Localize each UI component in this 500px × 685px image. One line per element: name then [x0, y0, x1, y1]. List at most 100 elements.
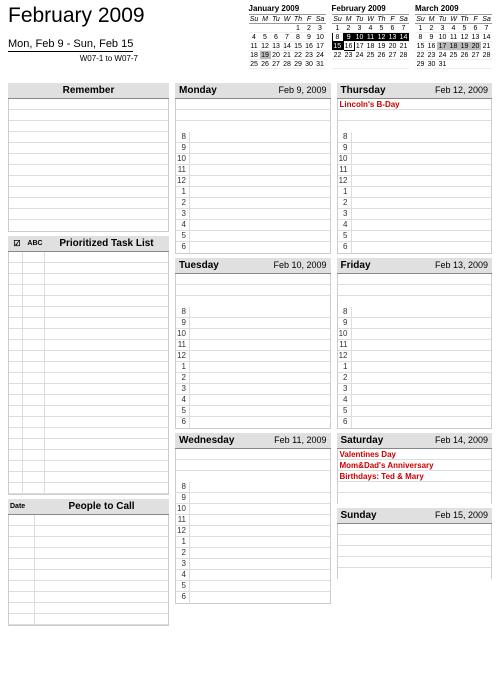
- ppl-row[interactable]: [9, 603, 168, 614]
- hour-row[interactable]: 6: [176, 592, 330, 603]
- hour-row[interactable]: 11: [338, 340, 492, 351]
- event-row[interactable]: [338, 274, 492, 285]
- hour-row[interactable]: 8: [176, 482, 330, 493]
- hour-row[interactable]: 5: [176, 581, 330, 592]
- hour-row[interactable]: 9: [176, 143, 330, 154]
- ptl-row[interactable]: [9, 296, 168, 307]
- event-row[interactable]: [338, 568, 492, 579]
- ptl-row[interactable]: [9, 274, 168, 285]
- hour-row[interactable]: 4: [176, 220, 330, 231]
- ppl-row[interactable]: [9, 570, 168, 581]
- hour-row[interactable]: 12: [176, 526, 330, 537]
- hour-row[interactable]: 10: [176, 329, 330, 340]
- hour-row[interactable]: 2: [176, 198, 330, 209]
- hour-row[interactable]: 5: [176, 406, 330, 417]
- event-row[interactable]: [338, 482, 492, 493]
- ptl-row[interactable]: [9, 340, 168, 351]
- hour-row[interactable]: 6: [338, 242, 492, 253]
- hour-row[interactable]: 10: [338, 329, 492, 340]
- ptl-row[interactable]: [9, 373, 168, 384]
- hour-row[interactable]: 11: [176, 340, 330, 351]
- ptl-row[interactable]: [9, 329, 168, 340]
- ppl-row[interactable]: [9, 515, 168, 526]
- ptl-row[interactable]: [9, 362, 168, 373]
- hour-row[interactable]: 6: [176, 417, 330, 428]
- remember-row[interactable]: [9, 99, 168, 110]
- hour-row[interactable]: 4: [176, 395, 330, 406]
- hour-area[interactable]: 89101112123456: [175, 482, 331, 604]
- hour-row[interactable]: 3: [176, 384, 330, 395]
- hour-row[interactable]: 1: [338, 362, 492, 373]
- hour-row[interactable]: 4: [338, 395, 492, 406]
- ppl-row[interactable]: [9, 592, 168, 603]
- hour-row[interactable]: 3: [176, 209, 330, 220]
- event-row[interactable]: [176, 121, 330, 132]
- hour-row[interactable]: 11: [176, 165, 330, 176]
- ptl-row[interactable]: [9, 406, 168, 417]
- hour-row[interactable]: 11: [176, 515, 330, 526]
- event-row[interactable]: [176, 471, 330, 482]
- event-row[interactable]: [338, 546, 492, 557]
- remember-row[interactable]: [9, 187, 168, 198]
- ppl-row[interactable]: [9, 581, 168, 592]
- hour-row[interactable]: 12: [338, 351, 492, 362]
- ppl-row[interactable]: [9, 548, 168, 559]
- remember-row[interactable]: [9, 132, 168, 143]
- event-row[interactable]: [176, 99, 330, 110]
- event-row[interactable]: [176, 460, 330, 471]
- ptl-row[interactable]: [9, 417, 168, 428]
- hour-row[interactable]: 6: [338, 417, 492, 428]
- hour-row[interactable]: 12: [338, 176, 492, 187]
- ptl-row[interactable]: [9, 252, 168, 263]
- event-area[interactable]: Valentines DayMom&Dad's AnniversaryBirth…: [337, 449, 493, 504]
- hour-row[interactable]: 11: [338, 165, 492, 176]
- event-row[interactable]: Lincoln's B-Day: [338, 99, 492, 110]
- hour-row[interactable]: 1: [176, 537, 330, 548]
- ptl-row[interactable]: [9, 384, 168, 395]
- ptl-body[interactable]: [8, 252, 169, 495]
- hour-row[interactable]: 3: [338, 209, 492, 220]
- hour-row[interactable]: 1: [176, 362, 330, 373]
- hour-row[interactable]: 9: [176, 493, 330, 504]
- event-area[interactable]: [175, 274, 331, 307]
- event-row[interactable]: [338, 296, 492, 307]
- event-row[interactable]: [176, 274, 330, 285]
- hour-row[interactable]: 9: [338, 318, 492, 329]
- hour-row[interactable]: 8: [176, 132, 330, 143]
- event-row[interactable]: [338, 535, 492, 546]
- event-row[interactable]: [338, 557, 492, 568]
- event-row[interactable]: Mom&Dad's Anniversary: [338, 460, 492, 471]
- hour-row[interactable]: 10: [176, 154, 330, 165]
- event-row[interactable]: [338, 493, 492, 504]
- hour-row[interactable]: 3: [176, 559, 330, 570]
- hour-area[interactable]: 89101112123456: [175, 307, 331, 429]
- ptl-row[interactable]: [9, 395, 168, 406]
- hour-row[interactable]: 1: [338, 187, 492, 198]
- remember-area[interactable]: [8, 99, 169, 232]
- ptl-row[interactable]: [9, 285, 168, 296]
- hour-row[interactable]: 5: [338, 231, 492, 242]
- hour-row[interactable]: 8: [176, 307, 330, 318]
- hour-row[interactable]: 3: [338, 384, 492, 395]
- remember-row[interactable]: [9, 121, 168, 132]
- ptl-row[interactable]: [9, 428, 168, 439]
- hour-row[interactable]: 9: [176, 318, 330, 329]
- ppl-row[interactable]: [9, 526, 168, 537]
- remember-row[interactable]: [9, 165, 168, 176]
- remember-row[interactable]: [9, 209, 168, 220]
- hour-row[interactable]: 9: [338, 143, 492, 154]
- hour-row[interactable]: 6: [176, 242, 330, 253]
- hour-area[interactable]: 89101112123456: [337, 132, 493, 254]
- hour-row[interactable]: 1: [176, 187, 330, 198]
- hour-row[interactable]: 2: [176, 548, 330, 559]
- hour-row[interactable]: 12: [176, 351, 330, 362]
- hour-row[interactable]: 2: [176, 373, 330, 384]
- hour-row[interactable]: 5: [176, 231, 330, 242]
- hour-row[interactable]: 8: [338, 307, 492, 318]
- event-row[interactable]: [338, 524, 492, 535]
- ptl-row[interactable]: [9, 483, 168, 494]
- event-area[interactable]: [175, 99, 331, 132]
- ptl-row[interactable]: [9, 307, 168, 318]
- ptl-row[interactable]: [9, 263, 168, 274]
- event-row[interactable]: [338, 285, 492, 296]
